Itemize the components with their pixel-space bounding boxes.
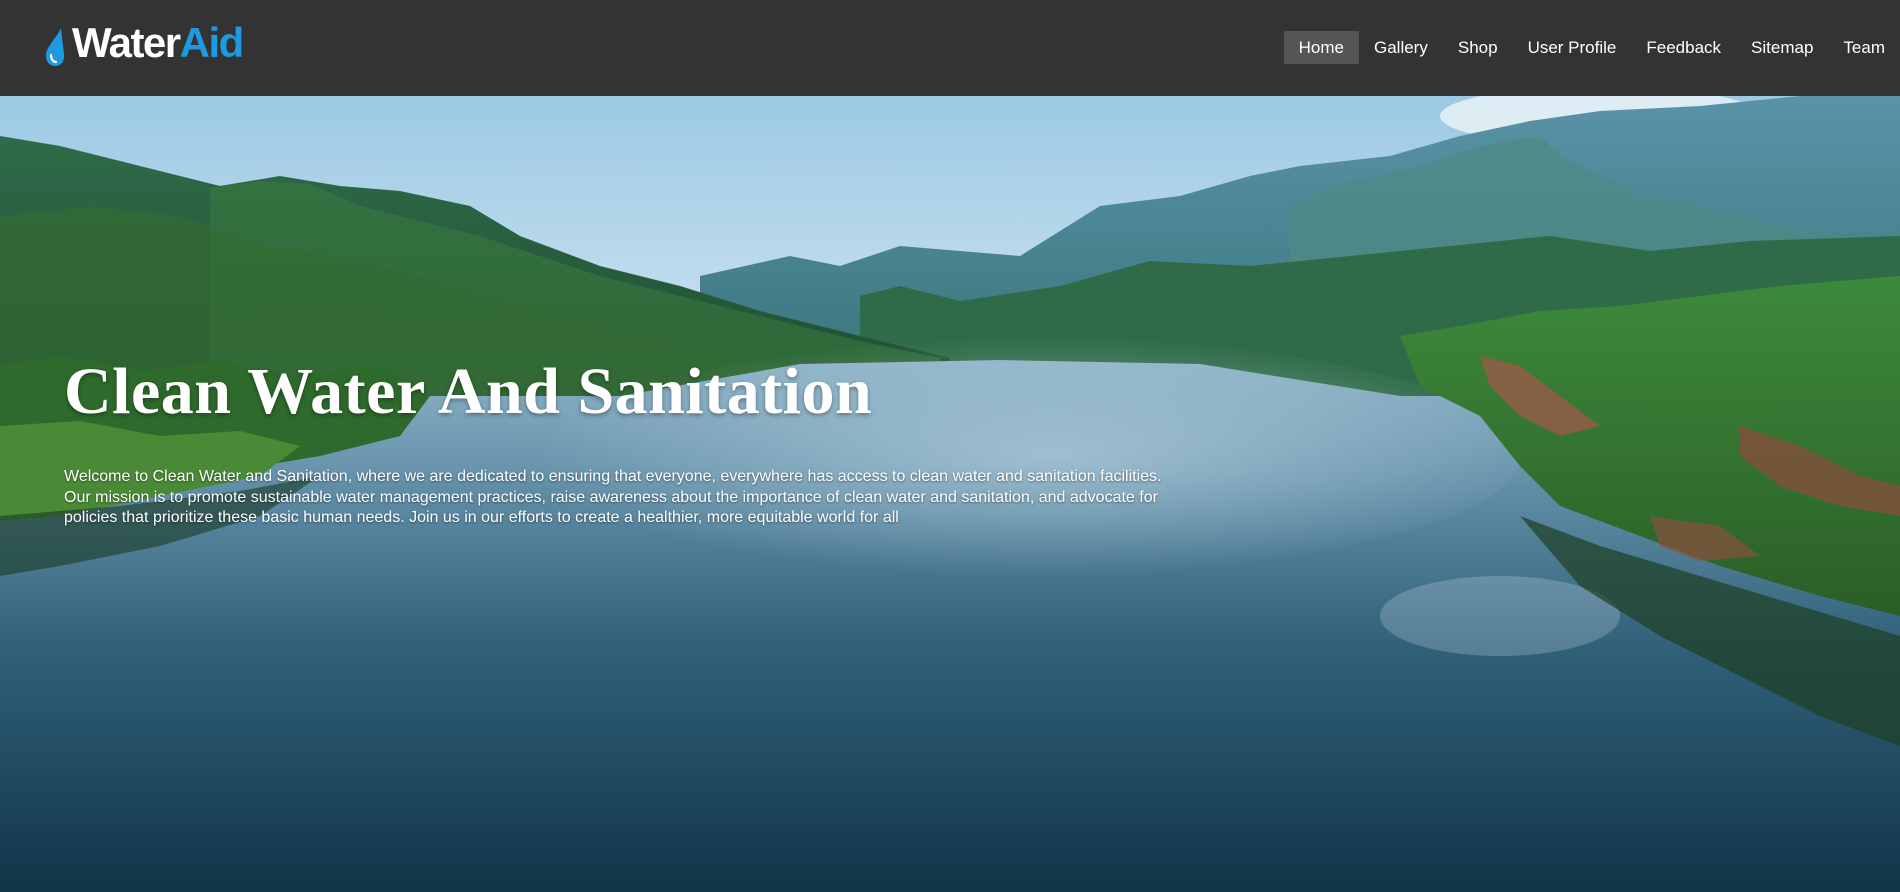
logo-word-aid: Aid [179,19,245,66]
logo-wordmark: WaterAid [72,19,245,66]
nav-item-user-profile[interactable]: User Profile [1513,31,1632,64]
water-drop-icon [46,28,65,66]
nav-item-team[interactable]: Team [1828,31,1900,64]
nav-item-feedback[interactable]: Feedback [1631,31,1736,64]
nav-item-home[interactable]: Home [1283,31,1359,64]
nav-item-sitemap[interactable]: Sitemap [1736,31,1828,64]
hero-section: Clean Water And Sanitation Welcome to Cl… [0,96,1900,892]
nav-item-shop[interactable]: Shop [1443,31,1513,64]
nav-item-gallery[interactable]: Gallery [1359,31,1443,64]
hero-title: Clean Water And Sanitation [64,355,873,428]
wateraid-logo[interactable]: WaterAid [42,18,245,68]
site-header: WaterAid Home Gallery Shop User Profile … [0,0,1900,96]
main-nav: Home Gallery Shop User Profile Feedback … [1283,31,1900,64]
logo-word-water: Water [72,19,181,66]
hero-description: Welcome to Clean Water and Sanitation, w… [64,468,1162,526]
